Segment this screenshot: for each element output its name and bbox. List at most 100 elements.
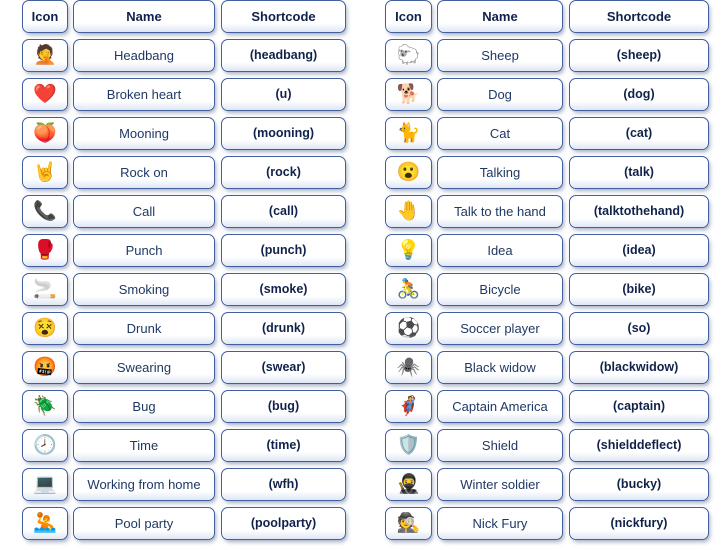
emoticon-shortcode-label: (bucky) (616, 477, 662, 491)
emoticon-icon-cell[interactable]: 🤘 (22, 156, 68, 189)
emoticon-shortcode-cell[interactable]: (smoke) (221, 273, 346, 306)
emoticon-icon-cell[interactable]: 🛡️ (385, 429, 432, 462)
emoticon-table-left: Icon Name Shortcode 🤦 Headbang (headbang) ❤… (22, 0, 346, 546)
emoticon-name-cell[interactable]: Soccer player (437, 312, 563, 345)
emoticon-icon-cell[interactable]: 🕷️ (385, 351, 432, 384)
emoticon-icon-cell[interactable]: 🚴 (385, 273, 432, 306)
emoticon-name-cell[interactable]: Swearing (73, 351, 215, 384)
emoticon-name-cell[interactable]: Talk to the hand (437, 195, 563, 228)
emoticon-name-cell[interactable]: Idea (437, 234, 563, 267)
emoticon-shortcode-cell[interactable]: (shielddeflect) (569, 429, 709, 462)
emoticon-name-cell[interactable]: Pool party (73, 507, 215, 540)
emoticon-name-cell[interactable]: Mooning (73, 117, 215, 150)
column-header-shortcode: Shortcode (569, 0, 709, 33)
emoticon-name-cell[interactable]: Winter soldier (437, 468, 563, 501)
emoji-glyph: 💻 (33, 474, 57, 495)
emoticon-shortcode-cell[interactable]: (punch) (221, 234, 346, 267)
emoticon-shortcode-cell[interactable]: (poolparty) (221, 507, 346, 540)
table-row: 🕷️ Black widow (blackwidow) (385, 351, 709, 390)
winter-soldier-emoji-icon: 🥷 (386, 469, 431, 500)
emoticon-shortcode-cell[interactable]: (blackwidow) (569, 351, 709, 384)
laptop-emoji-icon: 💻 (23, 469, 67, 500)
emoji-glyph: 🥷 (396, 474, 421, 495)
emoticon-shortcode-cell[interactable]: (bucky) (569, 468, 709, 501)
emoticon-icon-cell[interactable]: 😵 (22, 312, 68, 345)
emoticon-shortcode-cell[interactable]: (bug) (221, 390, 346, 423)
black-widow-emoji-icon: 🕷️ (386, 352, 431, 383)
emoticon-icon-cell[interactable]: 🕗 (22, 429, 68, 462)
emoticon-name-cell[interactable]: Headbang (73, 39, 215, 72)
emoticon-name-cell[interactable]: Punch (73, 234, 215, 267)
emoticon-shortcode-cell[interactable]: (idea) (569, 234, 709, 267)
emoticon-shortcode-cell[interactable]: (u) (221, 78, 346, 111)
emoticon-shortcode-cell[interactable]: (mooning) (221, 117, 346, 150)
emoticon-icon-cell[interactable]: 🐈 (385, 117, 432, 150)
emoticon-icon-cell[interactable]: 🐕 (385, 78, 432, 111)
emoticon-name-cell[interactable]: Dog (437, 78, 563, 111)
emoticon-reference-page: Icon Name Shortcode 🤦 Headbang (headbang) ❤… (0, 0, 728, 550)
emoticon-shortcode-cell[interactable]: (wfh) (221, 468, 346, 501)
emoticon-icon-cell[interactable]: 🍑 (22, 117, 68, 150)
emoticon-name-cell[interactable]: Time (73, 429, 215, 462)
emoticon-shortcode-cell[interactable]: (dog) (569, 78, 709, 111)
emoticon-name-cell[interactable]: Bug (73, 390, 215, 423)
emoticon-shortcode-cell[interactable]: (cat) (569, 117, 709, 150)
emoticon-name-label: Punch (125, 243, 163, 258)
emoticon-name-cell[interactable]: Talking (437, 156, 563, 189)
emoticon-icon-cell[interactable]: 🤽 (22, 507, 68, 540)
emoticon-name-cell[interactable]: Working from home (73, 468, 215, 501)
emoji-glyph: 😵 (33, 318, 57, 339)
emoticon-shortcode-cell[interactable]: (sheep) (569, 39, 709, 72)
emoticon-icon-cell[interactable]: 🤬 (22, 351, 68, 384)
column-header-icon: Icon (385, 0, 432, 33)
emoticon-icon-cell[interactable]: 🥊 (22, 234, 68, 267)
emoji-glyph: 🐑 (396, 45, 421, 66)
emoticon-name-cell[interactable]: Black widow (437, 351, 563, 384)
emoticon-icon-cell[interactable]: 🚬 (22, 273, 68, 306)
emoticon-shortcode-cell[interactable]: (swear) (221, 351, 346, 384)
emoticon-icon-cell[interactable]: 🪲 (22, 390, 68, 423)
emoticon-icon-cell[interactable]: ❤️ (22, 78, 68, 111)
column-header-shortcode-label: Shortcode (251, 9, 316, 24)
emoticon-shortcode-cell[interactable]: (headbang) (221, 39, 346, 72)
emoticon-name-cell[interactable]: Bicycle (437, 273, 563, 306)
bicycle-emoji-icon: 🚴 (386, 274, 431, 305)
emoticon-shortcode-cell[interactable]: (so) (569, 312, 709, 345)
emoticon-name-cell[interactable]: Drunk (73, 312, 215, 345)
emoticon-name-cell[interactable]: Rock on (73, 156, 215, 189)
emoticon-name-cell[interactable]: Cat (437, 117, 563, 150)
emoticon-shortcode-label: (talktothehand) (593, 204, 685, 218)
table-row: 🍑 Mooning (mooning) (22, 117, 346, 156)
emoticon-name-cell[interactable]: Sheep (437, 39, 563, 72)
emoticon-shortcode-cell[interactable]: (bike) (569, 273, 709, 306)
emoticon-shortcode-cell[interactable]: (nickfury) (569, 507, 709, 540)
emoticon-name-label: Sheep (481, 48, 519, 63)
emoticon-icon-cell[interactable]: 🤦 (22, 39, 68, 72)
emoticon-name-cell[interactable]: Shield (437, 429, 563, 462)
emoticon-name-cell[interactable]: Smoking (73, 273, 215, 306)
emoticon-shortcode-cell[interactable]: (talk) (569, 156, 709, 189)
emoticon-icon-cell[interactable]: 🦸 (385, 390, 432, 423)
emoticon-name-cell[interactable]: Broken heart (73, 78, 215, 111)
emoticon-shortcode-cell[interactable]: (call) (221, 195, 346, 228)
emoji-glyph: 💡 (396, 240, 421, 261)
emoticon-shortcode-label: (wfh) (268, 477, 299, 491)
emoticon-icon-cell[interactable]: 😮 (385, 156, 432, 189)
emoticon-name-cell[interactable]: Call (73, 195, 215, 228)
emoticon-shortcode-cell[interactable]: (captain) (569, 390, 709, 423)
emoticon-shortcode-cell[interactable]: (talktothehand) (569, 195, 709, 228)
emoticon-icon-cell[interactable]: 💡 (385, 234, 432, 267)
emoticon-icon-cell[interactable]: 🕵️ (385, 507, 432, 540)
emoticon-name-cell[interactable]: Nick Fury (437, 507, 563, 540)
table-row: 😮 Talking (talk) (385, 156, 709, 195)
emoticon-icon-cell[interactable]: 🐑 (385, 39, 432, 72)
emoticon-shortcode-cell[interactable]: (drunk) (221, 312, 346, 345)
emoticon-name-cell[interactable]: Captain America (437, 390, 563, 423)
emoticon-icon-cell[interactable]: 💻 (22, 468, 68, 501)
emoticon-icon-cell[interactable]: 📞 (22, 195, 68, 228)
emoticon-shortcode-cell[interactable]: (rock) (221, 156, 346, 189)
emoticon-icon-cell[interactable]: 🤚 (385, 195, 432, 228)
emoticon-icon-cell[interactable]: ⚽ (385, 312, 432, 345)
emoticon-icon-cell[interactable]: 🥷 (385, 468, 432, 501)
emoticon-shortcode-cell[interactable]: (time) (221, 429, 346, 462)
